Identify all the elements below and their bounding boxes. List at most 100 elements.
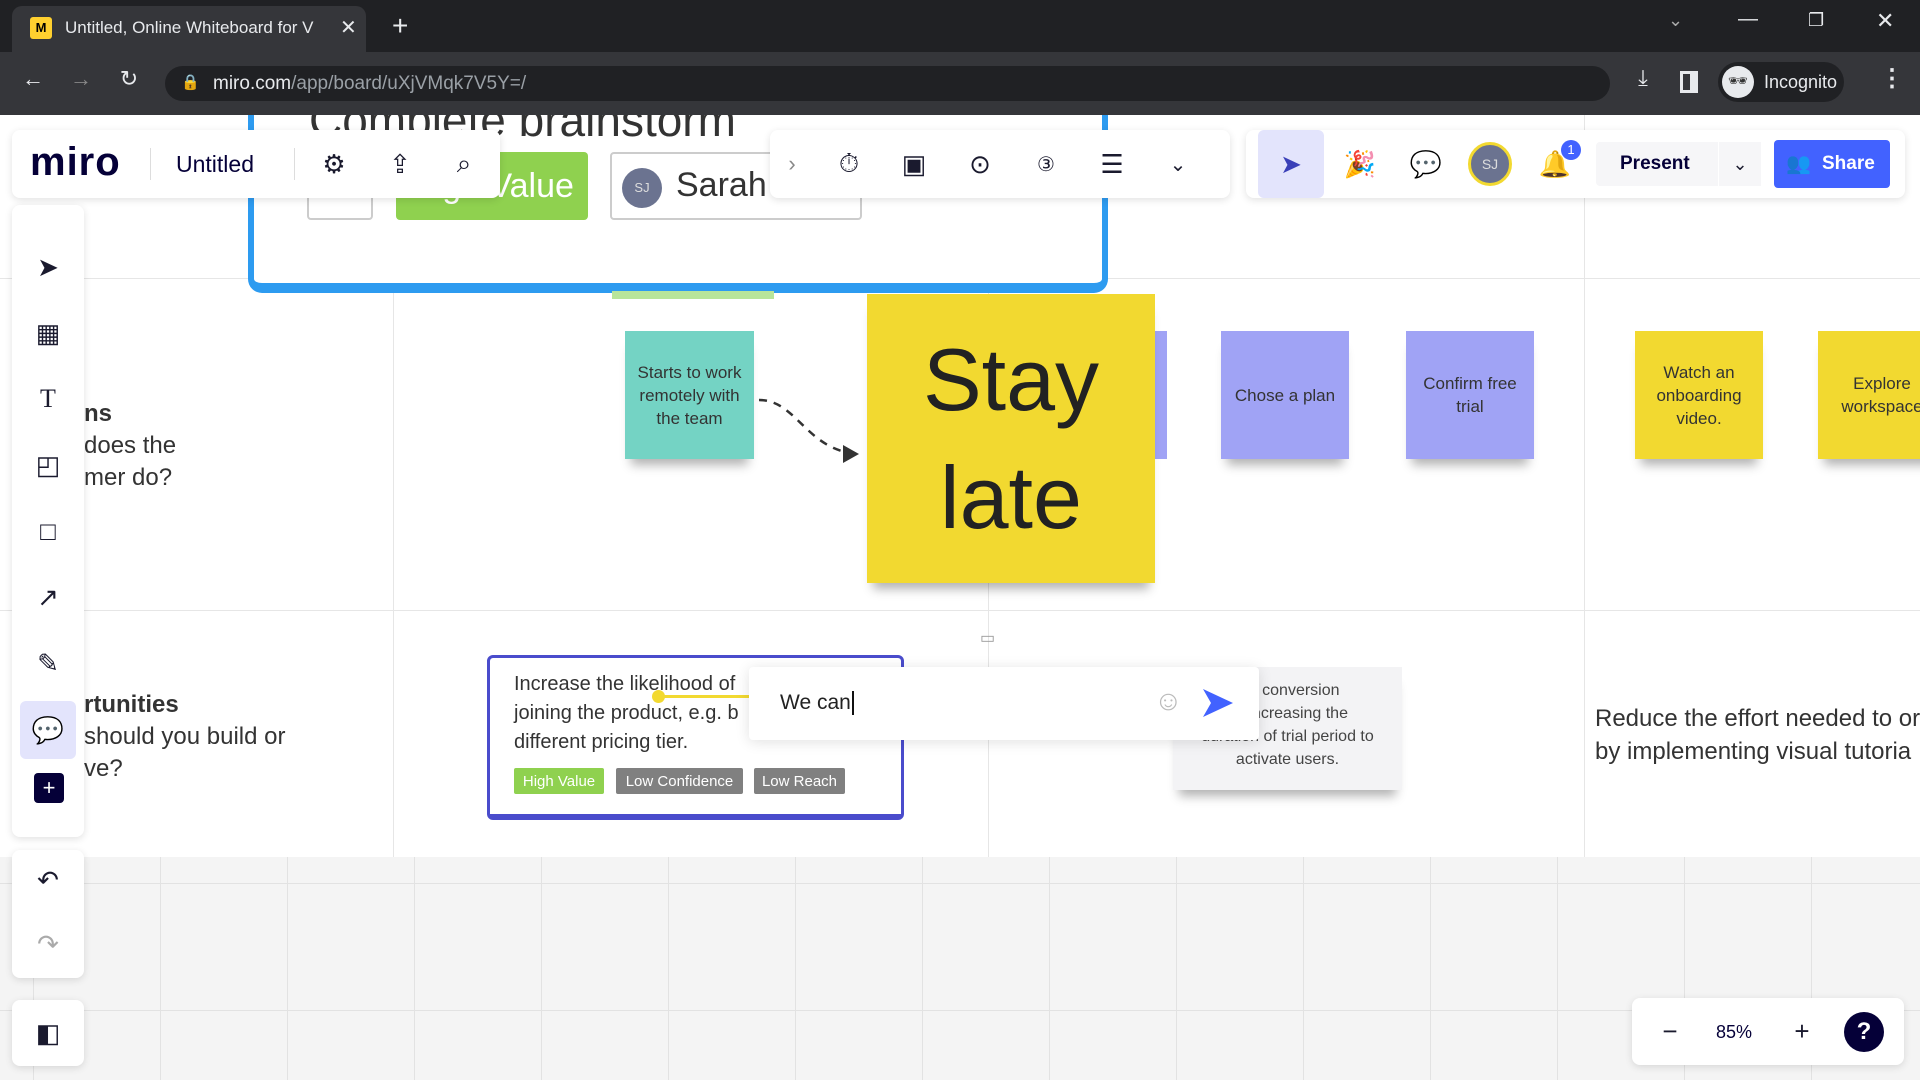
browser-tab[interactable]: M Untitled, Online Whiteboard for V ✕: [12, 6, 366, 52]
present-dropdown-icon[interactable]: ⌄: [1719, 142, 1761, 186]
sticky-note-plan[interactable]: Chose a plan: [1221, 331, 1349, 459]
reload-icon[interactable]: ↻: [114, 66, 144, 92]
undo-redo-panel: ↶ ↷: [12, 850, 84, 978]
row-subtitle: should you build or: [84, 723, 286, 750]
divider: [294, 148, 295, 180]
url-field[interactable]: 🔒 miro.com/app/board/uXjVMqk7V5Y=/: [165, 66, 1610, 101]
comment-tool-icon[interactable]: 💬: [20, 701, 76, 759]
more-apps-plus-icon[interactable]: +: [34, 773, 64, 803]
attention-focus-icon[interactable]: ⊙: [958, 142, 1002, 186]
sticky-note-big[interactable]: Stay late: [867, 294, 1155, 583]
cursor-follow-icon[interactable]: ➤: [1258, 130, 1324, 198]
card-underline: [612, 291, 774, 299]
close-window-icon[interactable]: ✕: [1876, 8, 1894, 34]
connection-line-icon[interactable]: ↗: [26, 575, 70, 619]
comment-marker-icon[interactable]: ▭: [980, 628, 995, 648]
board-title[interactable]: Untitled: [176, 151, 254, 178]
restore-icon[interactable]: ❐: [1808, 10, 1824, 31]
forward-icon[interactable]: →: [66, 66, 96, 92]
opportunity-text: Increase the likelihood of: [514, 673, 736, 695]
opportunity-text: joining the product, e.g. b: [514, 702, 739, 724]
help-icon[interactable]: ?: [1844, 1012, 1884, 1052]
collaboration-toolbar: › ⏱ ▣ ⊙ ③ ☰ ⌄: [770, 130, 1230, 198]
reactions-confetti-icon[interactable]: 🎉: [1338, 142, 1382, 186]
row-title: rtunities: [84, 691, 179, 718]
miro-favicon-icon: M: [30, 17, 52, 39]
download-icon[interactable]: ⤓: [1628, 65, 1658, 91]
grid-divider: [0, 610, 1920, 611]
sticky-note-tool-icon[interactable]: ◰: [26, 443, 70, 487]
search-icon[interactable]: ⌕: [442, 142, 486, 186]
creation-toolbar: ➤ ▦ T ◰ □ ↗ ✎ 💬 +: [12, 205, 84, 837]
user-avatar[interactable]: SJ: [1468, 142, 1512, 186]
comments-icon[interactable]: 💬: [1404, 142, 1448, 186]
expand-chevron-icon[interactable]: ›: [770, 142, 814, 186]
board-header-panel: miro Untitled ⚙ ⇪ ⌕: [12, 130, 500, 198]
opportunity-text-right: Reduce the effort needed to or: [1595, 705, 1920, 732]
opportunity-text: different pricing tier.: [514, 731, 689, 753]
row-subtitle: ve?: [84, 755, 123, 782]
pen-tool-icon[interactable]: ✎: [26, 641, 70, 685]
row-subtitle: mer do?: [84, 464, 173, 491]
notes-icon[interactable]: ☰: [1090, 142, 1134, 186]
more-chevron-icon[interactable]: ⌄: [1156, 142, 1200, 186]
present-label: Present: [1620, 153, 1690, 174]
incognito-icon: 🕶: [1722, 66, 1754, 98]
incognito-badge[interactable]: 🕶 Incognito: [1718, 62, 1844, 102]
tag-high-value[interactable]: High Value: [514, 768, 604, 794]
opportunity-text-right: by implementing visual tutoria: [1595, 738, 1912, 765]
url-path: /app/board/uXjVMqk7V5Y=/: [291, 73, 527, 94]
send-icon[interactable]: [1201, 687, 1235, 719]
sticky-note-video[interactable]: Watch an onboarding video.: [1635, 331, 1763, 459]
undo-icon[interactable]: ↶: [26, 858, 70, 902]
sticky-note-explore[interactable]: Explore workspace: [1818, 331, 1920, 459]
lock-icon: 🔒: [181, 74, 200, 91]
row-subtitle: does the: [84, 432, 177, 459]
tab-search-icon[interactable]: ⌄: [1668, 10, 1683, 31]
frames-panel-toggle[interactable]: ◧: [12, 1000, 84, 1066]
present-button[interactable]: Present: [1596, 142, 1718, 186]
grid-divider: [1584, 115, 1585, 857]
share-button[interactable]: 👥 Share: [1774, 140, 1890, 188]
row-title: ns: [84, 400, 113, 427]
connector-line: [653, 695, 753, 698]
connector-handle[interactable]: [652, 690, 665, 703]
back-icon[interactable]: ←: [18, 66, 48, 92]
minimize-icon[interactable]: —: [1738, 8, 1758, 31]
share-label: Share: [1822, 153, 1875, 174]
templates-icon[interactable]: ▦: [26, 311, 70, 355]
estimation-card-icon[interactable]: ③: [1024, 142, 1068, 186]
miro-logo[interactable]: miro: [30, 140, 121, 185]
tag-low-reach[interactable]: Low Reach: [754, 768, 845, 794]
new-tab-icon[interactable]: +: [392, 10, 408, 42]
whiteboard-canvas[interactable]: Complete brainstorm High Value SJ Sarah …: [0, 115, 1920, 1080]
incognito-label: Incognito: [1764, 72, 1838, 92]
zoom-in-icon[interactable]: +: [1780, 1009, 1824, 1053]
url-text: miro.com/app/board/uXjVMqk7V5Y=/: [213, 73, 526, 95]
settings-gear-icon[interactable]: ⚙: [312, 142, 356, 186]
export-upload-icon[interactable]: ⇪: [378, 142, 422, 186]
zoom-controls: − 85% + ?: [1632, 998, 1904, 1065]
browser-tab-bar: M Untitled, Online Whiteboard for V ✕ + …: [0, 0, 1920, 52]
video-chat-icon[interactable]: ▣: [892, 142, 936, 186]
zoom-level[interactable]: 85%: [1716, 1022, 1752, 1043]
text-tool-icon[interactable]: T: [26, 377, 70, 421]
emoji-icon[interactable]: ☺: [1154, 685, 1183, 717]
dashed-connector-arrow[interactable]: [755, 395, 865, 465]
side-panel-icon[interactable]: [1680, 71, 1698, 93]
comment-input[interactable]: We can: [780, 691, 854, 715]
notification-badge: 1: [1561, 140, 1581, 160]
redo-icon[interactable]: ↷: [26, 922, 70, 966]
sticky-note-trial[interactable]: Confirm free trial: [1406, 331, 1534, 459]
tag-low-confidence[interactable]: Low Confidence: [616, 768, 743, 794]
zoom-out-icon[interactable]: −: [1648, 1009, 1692, 1053]
timer-icon[interactable]: ⏱: [827, 142, 871, 186]
shape-tool-icon[interactable]: □: [26, 509, 70, 553]
select-cursor-icon[interactable]: ➤: [26, 245, 70, 289]
sticky-note-teal[interactable]: Starts to work remotely with the team: [625, 331, 754, 459]
right-header-panel: ➤ 🎉 💬 SJ 🔔 1 Present ⌄ 👥 Share: [1246, 130, 1905, 198]
browser-menu-icon[interactable]: ⋮: [1880, 64, 1904, 93]
comment-popup: We can ☺: [749, 667, 1259, 740]
tab-close-icon[interactable]: ✕: [340, 15, 357, 40]
tab-title: Untitled, Online Whiteboard for V: [65, 18, 314, 37]
